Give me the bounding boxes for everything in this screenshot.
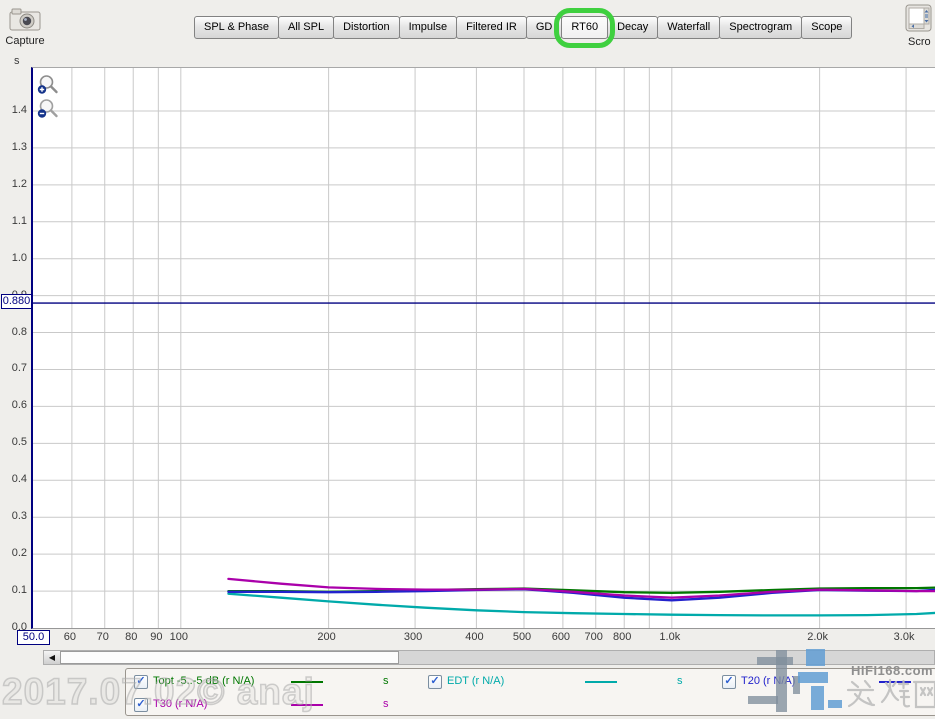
tab-impulse[interactable]: Impulse <box>399 16 458 39</box>
y-tick-label: 0.5 <box>0 436 27 448</box>
legend-checkbox-t20-r-n-a[interactable]: ✓ <box>722 675 736 689</box>
scroll-label: Scro <box>908 36 935 48</box>
y-tick-label: 0.3 <box>0 510 27 522</box>
scroll-button[interactable]: Scro <box>905 4 935 48</box>
cursor-y-readout: 0.880 <box>1 294 32 309</box>
x-tick-label: 300 <box>404 631 422 643</box>
y-tick-label: 1.3 <box>0 141 27 153</box>
legend-checkbox-t30-r-n-a[interactable]: ✓ <box>134 698 148 712</box>
x-tick-label: 700 <box>585 631 603 643</box>
tab-distortion[interactable]: Distortion <box>333 16 399 39</box>
rew-window: Capture SPL & PhaseAll SPLDistortionImpu… <box>0 0 935 719</box>
capture-label: Capture <box>2 35 48 47</box>
x-tick-label: 200 <box>317 631 335 643</box>
camera-icon <box>8 23 42 35</box>
scroll-left-arrow[interactable]: ◀ <box>44 651 61 664</box>
legend-label: T30 (r N/A) <box>153 698 207 710</box>
x-tick-label: 600 <box>552 631 570 643</box>
gridlines <box>33 68 935 628</box>
highlight-annotation-ring <box>554 8 615 48</box>
y-tick-label: 1.4 <box>0 104 27 116</box>
x-tick-label: 90 <box>150 631 162 643</box>
tab-decay[interactable]: Decay <box>607 16 658 39</box>
y-tick-label: 0.2 <box>0 547 27 559</box>
horizontal-scrollbar[interactable]: ◀ <box>43 650 935 665</box>
x-tick-label: 400 <box>465 631 483 643</box>
legend-checkbox-topt-5-5-db-r-n-a[interactable]: ✓ <box>134 675 148 689</box>
series-edt-r-n-a <box>228 594 935 616</box>
x-tick-label: 60 <box>64 631 76 643</box>
tab-rt60[interactable]: RT60 <box>561 16 608 39</box>
capture-button[interactable]: Capture <box>2 6 48 47</box>
cursor-x-readout: 50.0 <box>17 630 50 645</box>
x-tick-label: 80 <box>125 631 137 643</box>
rt60-plot-area[interactable] <box>31 67 935 629</box>
legend-line-swatch <box>585 681 617 683</box>
legend-checkbox-edt-r-n-a[interactable]: ✓ <box>428 675 442 689</box>
x-tick-label: 3.0k <box>894 631 915 643</box>
scrollbar-thumb[interactable] <box>60 651 399 664</box>
x-tick-label: 2.0k <box>807 631 828 643</box>
x-tick-label: 500 <box>513 631 531 643</box>
y-tick-label: 0.4 <box>0 473 27 485</box>
y-tick-label: 1.2 <box>0 178 27 190</box>
tab-scope[interactable]: Scope <box>801 16 852 39</box>
scroll-window-icon <box>905 24 932 36</box>
x-tick-label: 800 <box>613 631 631 643</box>
tab-gd[interactable]: GD <box>526 16 563 39</box>
tab-all-spl[interactable]: All SPL <box>278 16 334 39</box>
y-tick-label: 0.6 <box>0 399 27 411</box>
y-tick-label: 0.7 <box>0 362 27 374</box>
legend-label: T20 (r N/A) <box>741 675 795 687</box>
y-tick-label: 1.0 <box>0 252 27 264</box>
legend-line-swatch <box>879 681 911 683</box>
zoom-in-button[interactable] <box>37 74 59 96</box>
tab-waterfall[interactable]: Waterfall <box>657 16 720 39</box>
legend-label: EDT (r N/A) <box>447 675 504 687</box>
legend-panel: ✓ Topt -5..-5 dB (r N/A) s ✓ EDT (r N/A) s ✓ T2… <box>125 668 935 716</box>
graph-tab-bar: SPL & PhaseAll SPLDistortionImpulseFilte… <box>195 16 852 39</box>
rt60-chart <box>33 68 935 628</box>
tab-filtered-ir[interactable]: Filtered IR <box>456 16 527 39</box>
y-tick-label: 0.1 <box>0 584 27 596</box>
legend-unit: s <box>383 698 389 710</box>
y-tick-label: 1.1 <box>0 215 27 227</box>
legend-line-swatch <box>291 704 323 706</box>
legend-unit: s <box>677 675 683 687</box>
zoom-out-button[interactable] <box>37 98 59 120</box>
tab-spl-phase[interactable]: SPL & Phase <box>194 16 279 39</box>
x-tick-label: 100 <box>170 631 188 643</box>
y-tick-label: 0.8 <box>0 326 27 338</box>
y-axis-unit-label: s <box>14 55 20 67</box>
x-tick-label: 70 <box>97 631 109 643</box>
legend-unit: s <box>383 675 389 687</box>
x-tick-label: 1.0k <box>659 631 680 643</box>
tab-spectrogram[interactable]: Spectrogram <box>719 16 802 39</box>
legend-label: Topt -5..-5 dB (r N/A) <box>153 675 254 687</box>
legend-line-swatch <box>291 681 323 683</box>
